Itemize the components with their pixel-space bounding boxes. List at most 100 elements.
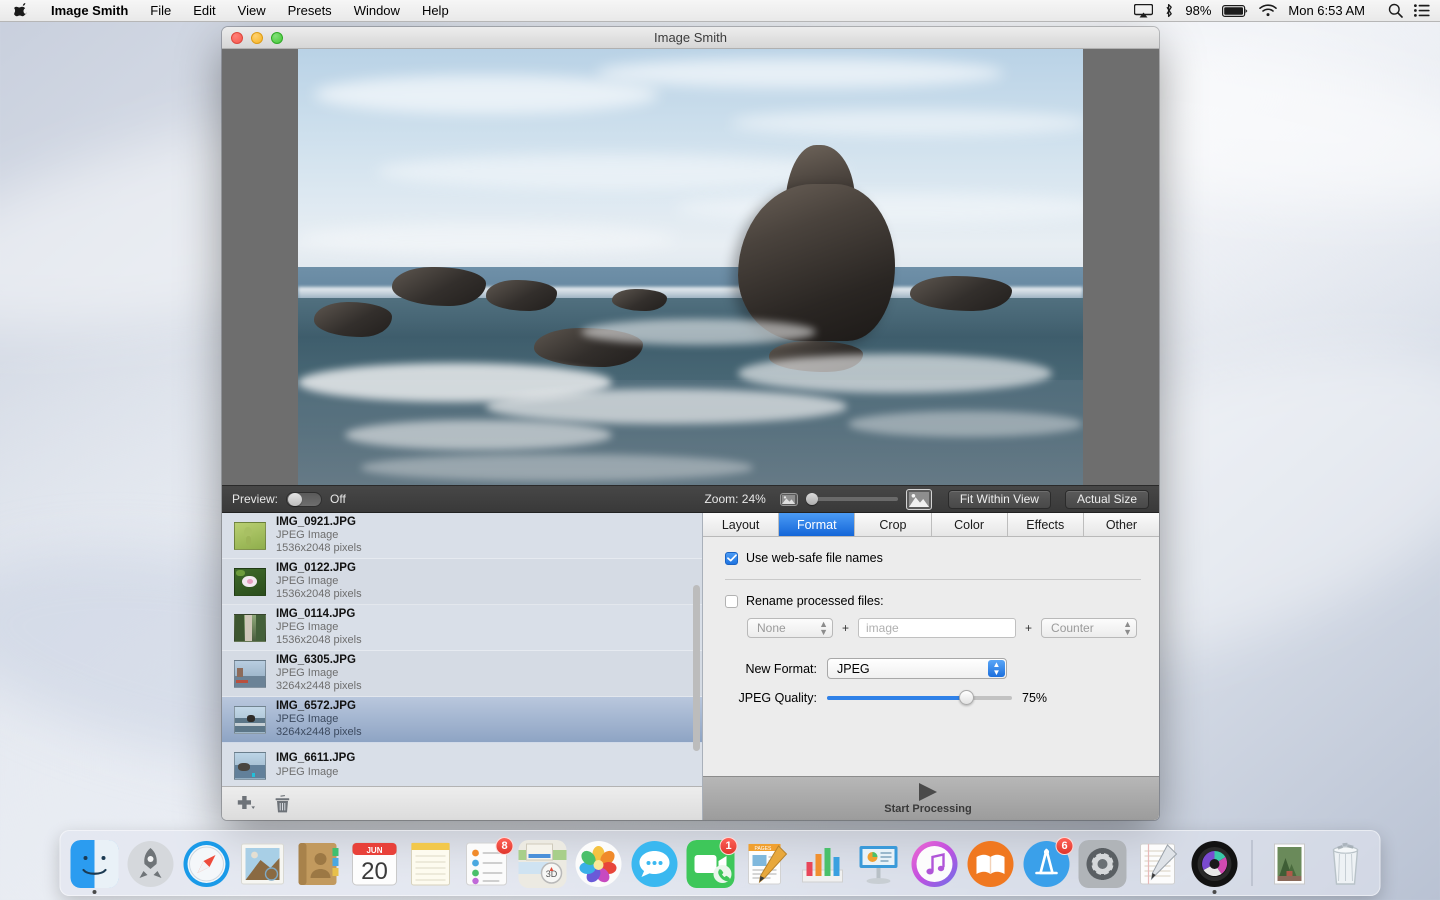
dock-item-image-smith[interactable] — [1191, 840, 1239, 894]
trash-icon[interactable] — [274, 794, 291, 813]
menu-app-name[interactable]: Image Smith — [40, 3, 139, 18]
dock-item-photos[interactable] — [575, 840, 623, 888]
dock-item-photo-stack[interactable] — [1266, 840, 1314, 888]
list-item[interactable]: IMG_0114.JPG JPEG Image 1536x2048 pixels — [222, 605, 702, 651]
tab-crop[interactable]: Crop — [855, 513, 932, 536]
list-item[interactable]: IMG_6611.JPG JPEG Image — [222, 743, 702, 786]
dock-item-contacts[interactable] — [295, 840, 343, 888]
list-item[interactable]: IMG_6305.JPG JPEG Image 3264x2448 pixels — [222, 651, 702, 697]
jpeg-quality-slider[interactable] — [827, 690, 1012, 705]
svg-text:PAGES: PAGES — [755, 846, 773, 852]
tab-other[interactable]: Other — [1083, 513, 1159, 536]
rename-suffix-select[interactable]: Counter ▲ ▼ — [1041, 618, 1138, 638]
pages-icon: PAGES — [743, 840, 791, 888]
dock-item-numbers[interactable] — [799, 840, 847, 888]
file-type: JPEG Image — [276, 667, 339, 680]
dock-item-ibooks[interactable] — [967, 840, 1015, 888]
contacts-icon — [295, 840, 343, 888]
apple-menu-icon[interactable] — [0, 2, 40, 19]
dock-item-app-store[interactable]: 6 — [1023, 837, 1074, 888]
list-item[interactable]: IMG_0122.JPG JPEG Image 1536x2048 pixels — [222, 559, 702, 605]
inspector-tabbar: Layout Format Crop Color Effects Other — [703, 513, 1159, 537]
menu-item-file[interactable]: File — [139, 3, 182, 18]
dock-item-facetime[interactable]: 1 — [686, 837, 738, 888]
dock-item-launchpad[interactable] — [127, 840, 175, 888]
menu-item-view[interactable]: View — [227, 3, 277, 18]
zoom-button[interactable] — [271, 31, 283, 44]
dock-item-maps[interactable]: 3D — [518, 840, 567, 888]
zoom-slider[interactable] — [805, 493, 898, 505]
file-dimensions: 3264x2448 pixels — [276, 680, 362, 693]
rename-text-input[interactable]: image — [858, 618, 1017, 638]
tab-effects[interactable]: Effects — [1007, 513, 1084, 536]
format-panel: Use web-safe file names Rename processed… — [703, 537, 1159, 776]
image-preview-area[interactable] — [222, 49, 1159, 485]
tab-color[interactable]: Color — [931, 513, 1008, 536]
new-format-select[interactable]: JPEG ▲ ▼ — [827, 658, 1007, 679]
rename-row[interactable]: Rename processed files: — [725, 594, 1141, 608]
start-processing-button[interactable]: Start Processing — [884, 782, 977, 815]
rename-prefix-select[interactable]: None ▲ ▼ — [747, 618, 833, 638]
preview-toggle[interactable] — [286, 491, 323, 507]
textedit-icon — [1135, 840, 1183, 888]
battery-icon[interactable] — [1222, 4, 1248, 17]
websafe-row[interactable]: Use web-safe file names — [725, 551, 1141, 565]
dock-item-trash[interactable] — [1322, 840, 1370, 888]
large-image-icon[interactable] — [905, 488, 932, 510]
fit-within-view-button[interactable]: Fit Within View — [947, 489, 1051, 509]
dock-item-calendar[interactable]: JUN 20 — [351, 840, 399, 888]
new-format-label: New Format: — [745, 661, 817, 676]
dock-item-reminders[interactable]: 8 — [463, 837, 514, 888]
dock-item-pages[interactable]: PAGES — [743, 840, 791, 888]
safari-icon — [183, 840, 231, 888]
tab-format[interactable]: Format — [779, 513, 856, 536]
running-indicator — [1212, 890, 1217, 894]
actual-size-button[interactable]: Actual Size — [1064, 489, 1149, 509]
tab-layout[interactable]: Layout — [703, 513, 780, 536]
airplay-icon[interactable] — [1134, 3, 1154, 18]
photo-stack-icon — [1266, 840, 1314, 888]
badge-count: 6 — [1055, 837, 1074, 855]
processing-footer: Start Processing — [703, 776, 1159, 820]
list-item[interactable]: IMG_0921.JPG JPEG Image 1536x2048 pixels — [222, 513, 702, 559]
dock-item-notes[interactable] — [407, 840, 455, 888]
add-plus-icon[interactable] — [236, 795, 256, 812]
calendar-icon: JUN 20 — [351, 840, 399, 888]
file-dimensions: 1536x2048 pixels — [276, 542, 362, 555]
dock-item-messages[interactable] — [631, 840, 679, 888]
minimize-button[interactable] — [251, 31, 263, 44]
menu-item-edit[interactable]: Edit — [182, 3, 226, 18]
bluetooth-icon[interactable] — [1164, 3, 1174, 18]
jpeg-quality-value: 75% — [1022, 691, 1048, 705]
dock-item-system-preferences[interactable] — [1078, 840, 1127, 888]
dock-item-keynote[interactable] — [855, 840, 903, 888]
panel-divider — [725, 579, 1141, 580]
wifi-icon[interactable] — [1259, 4, 1278, 17]
menu-item-presets[interactable]: Presets — [277, 3, 343, 18]
file-list[interactable]: IMG_0921.JPG JPEG Image 1536x2048 pixels… — [222, 513, 702, 786]
menu-item-help[interactable]: Help — [411, 3, 460, 18]
list-item-selected[interactable]: IMG_6572.JPG JPEG Image 3264x2448 pixels — [222, 697, 702, 743]
thumbnail — [234, 567, 266, 596]
search-icon[interactable] — [1388, 3, 1403, 18]
close-button[interactable] — [231, 31, 243, 44]
dock-divider — [1251, 840, 1253, 886]
file-name: IMG_6611.JPG — [276, 752, 356, 765]
dock-item-finder[interactable] — [70, 840, 119, 894]
dock-item-mail[interactable] — [239, 840, 287, 888]
notification-center-icon[interactable] — [1414, 4, 1430, 17]
dock-item-textedit[interactable] — [1135, 840, 1183, 888]
window-titlebar[interactable]: Image Smith — [222, 27, 1159, 49]
dock-item-safari[interactable] — [183, 840, 231, 888]
file-dimensions: 1536x2048 pixels — [276, 588, 362, 601]
window-title: Image Smith — [654, 30, 727, 45]
file-list-scrollbar[interactable] — [693, 585, 700, 751]
menu-item-window[interactable]: Window — [343, 3, 411, 18]
new-format-value: JPEG — [837, 661, 870, 676]
menu-bar: Image Smith File Edit View Presets Windo… — [0, 0, 1440, 22]
rename-checkbox[interactable] — [725, 594, 738, 608]
small-image-icon[interactable] — [779, 492, 798, 506]
menu-clock[interactable]: Mon 6:53 AM — [1288, 3, 1365, 18]
dock-item-itunes[interactable] — [911, 840, 959, 888]
websafe-checkbox[interactable] — [725, 551, 738, 565]
